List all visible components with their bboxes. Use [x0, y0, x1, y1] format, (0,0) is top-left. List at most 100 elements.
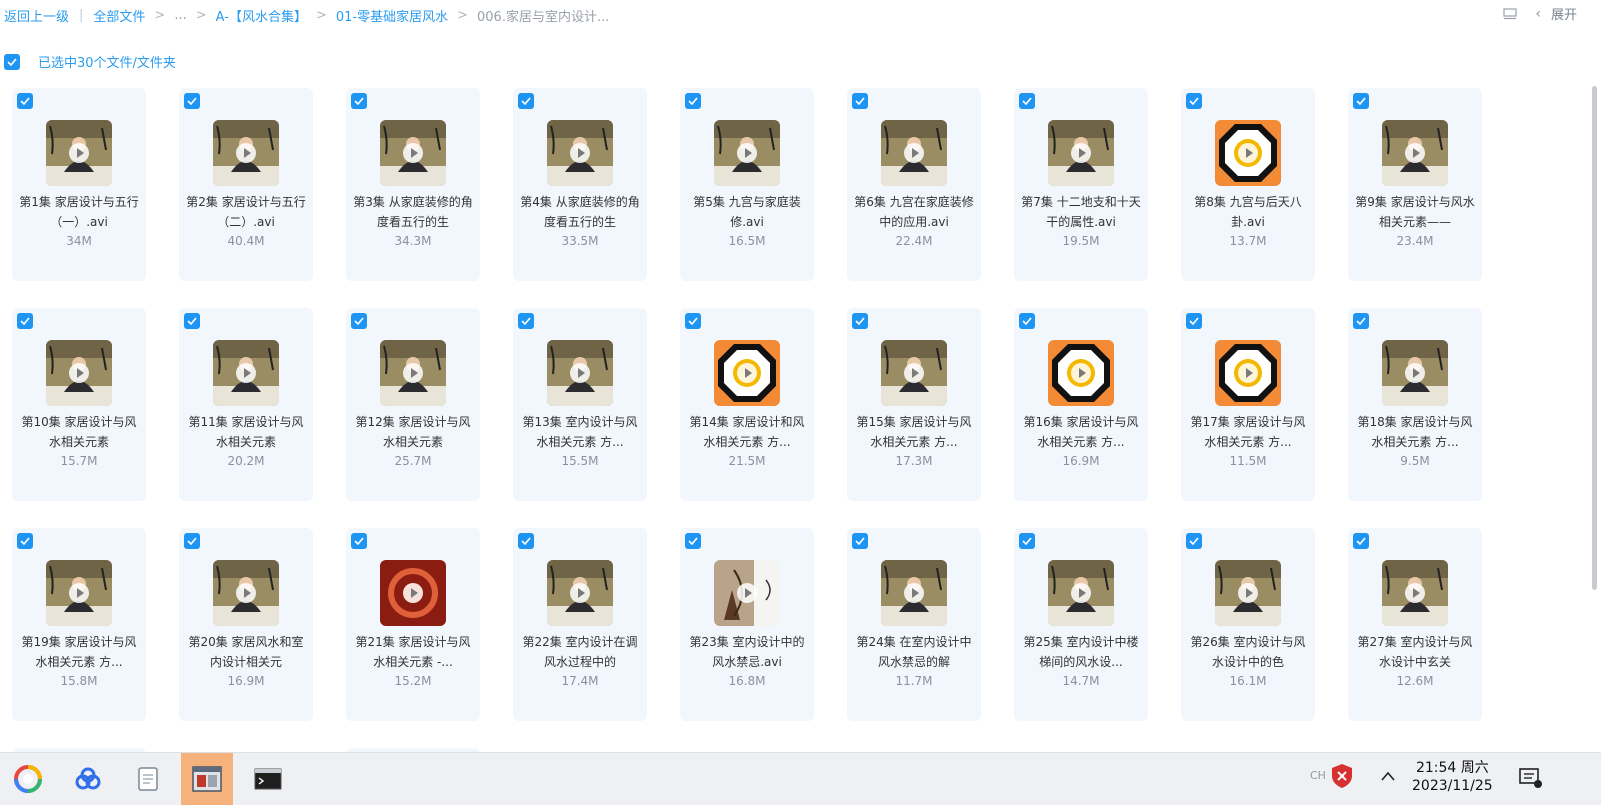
video-thumbnail[interactable]	[46, 340, 112, 406]
chevron-up-icon[interactable]	[1380, 767, 1396, 786]
video-thumbnail[interactable]	[380, 560, 446, 626]
file-name[interactable]: 第8集 九宫与后天八卦.avi	[1187, 192, 1309, 232]
file-card[interactable]: 第15集 家居设计与风水相关元素 方... 17.3M	[847, 308, 981, 501]
video-thumbnail[interactable]	[1215, 340, 1281, 406]
file-checkbox[interactable]	[1019, 93, 1035, 109]
file-name[interactable]: 第7集 十二地支和十天干的属性.avi	[1020, 192, 1142, 232]
file-card[interactable]: 第25集 室内设计中楼梯间的风水设... 14.7M	[1014, 528, 1148, 721]
file-checkbox[interactable]	[852, 93, 868, 109]
taskbar-clock[interactable]: 21:54 周六 2023/11/25	[1412, 759, 1493, 795]
cloud-app-icon[interactable]	[62, 753, 114, 805]
file-checkbox[interactable]	[518, 533, 534, 549]
video-thumbnail[interactable]	[1215, 560, 1281, 626]
video-thumbnail[interactable]	[881, 560, 947, 626]
file-card[interactable]: 第11集 家居设计与风水相关元素 20.2M	[179, 308, 313, 501]
file-name[interactable]: 第24集 在室内设计中风水禁忌的解	[853, 632, 975, 672]
video-thumbnail[interactable]	[547, 120, 613, 186]
breadcrumb-crumb1[interactable]: A-【风水合集】	[216, 6, 307, 25]
video-thumbnail[interactable]	[213, 340, 279, 406]
terminal-app-icon[interactable]	[242, 753, 294, 805]
select-all-checkbox[interactable]	[4, 53, 20, 70]
ime-indicator[interactable]: CH	[1310, 769, 1326, 782]
file-checkbox[interactable]	[1353, 313, 1369, 329]
file-card[interactable]: 第2集 家居设计与五行（二）.avi 40.4M	[179, 88, 313, 281]
file-card[interactable]: 第21集 家居设计与风水相关元素 -... 15.2M	[346, 528, 480, 721]
security-app-icon[interactable]	[1330, 763, 1354, 793]
file-card[interactable]: 第12集 家居设计与风水相关元素 25.7M	[346, 308, 480, 501]
file-card[interactable]: 第1集 家居设计与五行（一）.avi 34M	[12, 88, 146, 281]
file-checkbox[interactable]	[17, 313, 33, 329]
video-thumbnail[interactable]	[714, 340, 780, 406]
video-thumbnail[interactable]	[1215, 120, 1281, 186]
color-wheel-app-icon[interactable]	[2, 753, 54, 805]
file-name[interactable]: 第15集 家居设计与风水相关元素 方...	[853, 412, 975, 452]
file-name[interactable]: 第27集 室内设计与风水设计中玄关	[1354, 632, 1476, 672]
file-checkbox[interactable]	[518, 313, 534, 329]
file-card[interactable]: 第22集 室内设计在调风水过程中的 17.4M	[513, 528, 647, 721]
breadcrumb-all-files[interactable]: 全部文件	[93, 6, 145, 25]
file-checkbox[interactable]	[685, 313, 701, 329]
file-checkbox[interactable]	[1353, 533, 1369, 549]
video-thumbnail[interactable]	[46, 120, 112, 186]
file-card[interactable]: 第18集 家居设计与风水相关元素 方... 9.5M	[1348, 308, 1482, 501]
breadcrumb-crumb2[interactable]: 01-零基础家居风水	[336, 6, 448, 25]
file-checkbox[interactable]	[184, 533, 200, 549]
file-name[interactable]: 第10集 家居设计与风水相关元素	[18, 412, 140, 452]
file-name[interactable]: 第12集 家居设计与风水相关元素	[352, 412, 474, 452]
file-name[interactable]: 第6集 九宫在家庭装修中的应用.avi	[853, 192, 975, 232]
file-name[interactable]: 第23集 室内设计中的风水禁忌.avi	[686, 632, 808, 672]
file-checkbox[interactable]	[518, 93, 534, 109]
file-checkbox[interactable]	[17, 93, 33, 109]
file-checkbox[interactable]	[184, 93, 200, 109]
file-name[interactable]: 第2集 家居设计与五行（二）.avi	[185, 192, 307, 232]
file-checkbox[interactable]	[1353, 93, 1369, 109]
video-thumbnail[interactable]	[380, 120, 446, 186]
file-card[interactable]: 第17集 家居设计与风水相关元素 方... 11.5M	[1181, 308, 1315, 501]
file-card[interactable]: 第20集 家居风水和室内设计相关元 16.9M	[179, 528, 313, 721]
file-card[interactable]: 第7集 十二地支和十天干的属性.avi 19.5M	[1014, 88, 1148, 281]
file-name[interactable]: 第22集 室内设计在调风水过程中的	[519, 632, 641, 672]
file-checkbox[interactable]	[852, 313, 868, 329]
chevron-left-icon[interactable]: ‹	[1535, 6, 1541, 22]
video-thumbnail[interactable]	[547, 340, 613, 406]
file-card[interactable]: 第23集 室内设计中的风水禁忌.avi 16.8M	[680, 528, 814, 721]
file-name[interactable]: 第20集 家居风水和室内设计相关元	[185, 632, 307, 672]
file-checkbox[interactable]	[351, 93, 367, 109]
file-card[interactable]: 第24集 在室内设计中风水禁忌的解 11.7M	[847, 528, 981, 721]
video-thumbnail[interactable]	[714, 120, 780, 186]
video-thumbnail[interactable]	[1382, 120, 1448, 186]
file-name[interactable]: 第18集 家居设计与风水相关元素 方...	[1354, 412, 1476, 452]
file-card[interactable]: 第5集 九宫与家庭装修.avi 16.5M	[680, 88, 814, 281]
file-card[interactable]: 第10集 家居设计与风水相关元素 15.7M	[12, 308, 146, 501]
file-checkbox[interactable]	[1186, 533, 1202, 549]
video-thumbnail[interactable]	[213, 560, 279, 626]
file-name[interactable]: 第4集 从家庭装修的角度看五行的生	[519, 192, 641, 232]
file-checkbox[interactable]	[17, 533, 33, 549]
file-name[interactable]: 第16集 家居设计与风水相关元素 方...	[1020, 412, 1142, 452]
video-thumbnail[interactable]	[1048, 120, 1114, 186]
file-card[interactable]: 第6集 九宫在家庭装修中的应用.avi 22.4M	[847, 88, 981, 281]
file-card[interactable]: 第3集 从家庭装修的角度看五行的生 34.3M	[346, 88, 480, 281]
file-card[interactable]: 第26集 室内设计与风水设计中的色 16.1M	[1181, 528, 1315, 721]
notepad-app-icon[interactable]	[122, 753, 174, 805]
video-thumbnail[interactable]	[1048, 560, 1114, 626]
file-checkbox[interactable]	[1019, 313, 1035, 329]
file-card[interactable]: 第19集 家居设计与风水相关元素 方... 15.8M	[12, 528, 146, 721]
video-thumbnail[interactable]	[1382, 340, 1448, 406]
back-link[interactable]: 返回上一级	[4, 6, 69, 25]
file-checkbox[interactable]	[351, 533, 367, 549]
list-view-icon[interactable]	[1503, 7, 1517, 21]
file-card[interactable]: 第16集 家居设计与风水相关元素 方... 16.9M	[1014, 308, 1148, 501]
file-checkbox[interactable]	[1186, 93, 1202, 109]
video-thumbnail[interactable]	[1382, 560, 1448, 626]
file-name[interactable]: 第26集 室内设计与风水设计中的色	[1187, 632, 1309, 672]
file-name[interactable]: 第3集 从家庭装修的角度看五行的生	[352, 192, 474, 232]
file-name[interactable]: 第21集 家居设计与风水相关元素 -...	[352, 632, 474, 672]
file-name[interactable]: 第19集 家居设计与风水相关元素 方...	[18, 632, 140, 672]
file-name[interactable]: 第1集 家居设计与五行（一）.avi	[18, 192, 140, 232]
video-thumbnail[interactable]	[213, 120, 279, 186]
file-name[interactable]: 第25集 室内设计中楼梯间的风水设...	[1020, 632, 1142, 672]
video-thumbnail[interactable]	[380, 340, 446, 406]
video-thumbnail[interactable]	[46, 560, 112, 626]
file-card[interactable]: 第14集 家居设计和风水相关元素 方... 21.5M	[680, 308, 814, 501]
